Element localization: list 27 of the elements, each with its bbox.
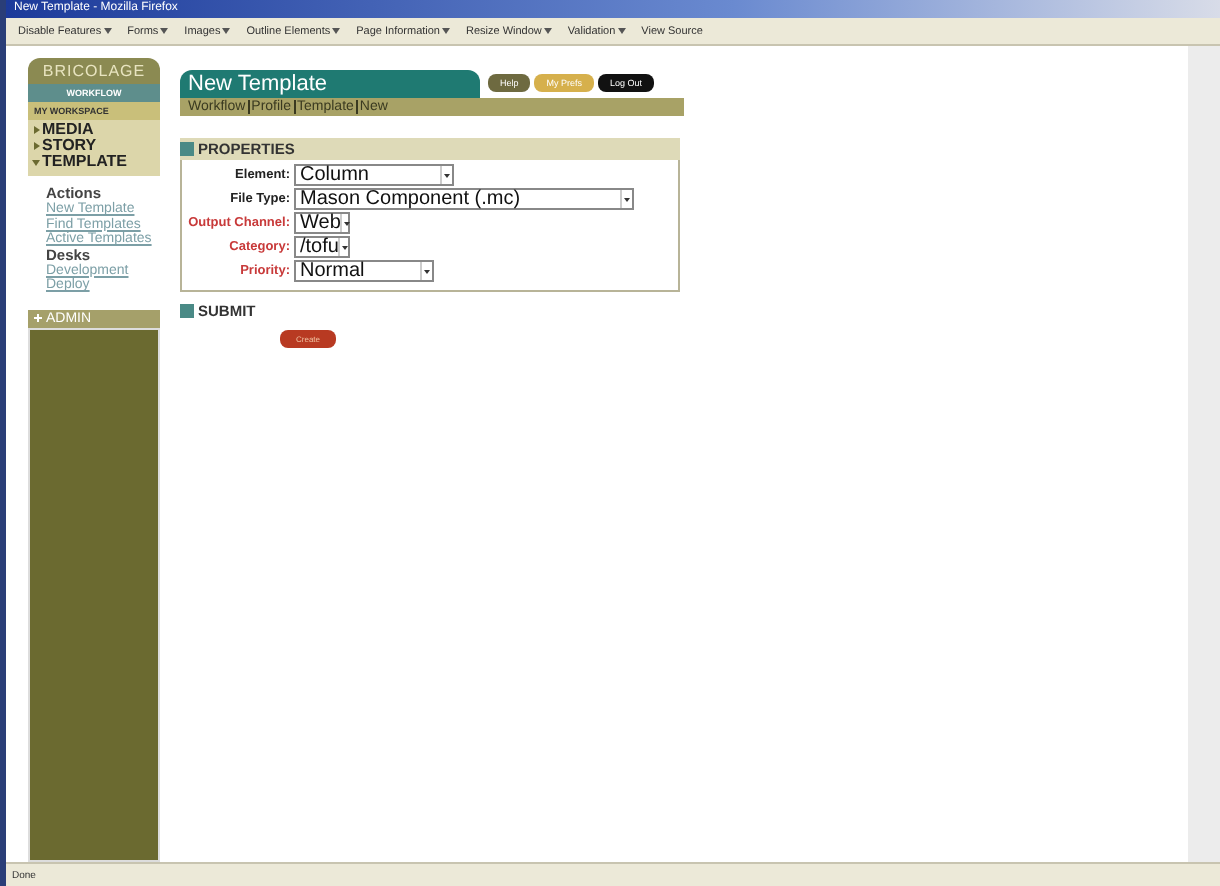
dropdown-caret-icon: [440, 166, 452, 184]
dropdown-caret-icon: [340, 214, 353, 232]
section-icon: [180, 142, 194, 156]
nav-item[interactable]: TEMPLATE: [32, 154, 156, 170]
select-field[interactable]: Column: [294, 164, 454, 186]
select-field[interactable]: Mason Component (.mc): [294, 188, 634, 210]
nav-item[interactable]: MEDIA: [32, 122, 156, 138]
dropdown-caret-icon: [222, 28, 231, 34]
dropdown-caret-icon: [103, 28, 112, 34]
section-icon: [180, 304, 194, 318]
dropdown-caret-icon: [620, 190, 632, 208]
page-title: New Template: [180, 70, 480, 98]
dropdown-caret-icon: [543, 28, 552, 34]
dropdown-caret-icon: [617, 28, 626, 34]
plus-icon: [34, 314, 42, 322]
dropdown-caret-icon: [160, 28, 169, 34]
nav-item[interactable]: STORY: [32, 138, 156, 154]
logo: BRICOLAGE: [28, 58, 160, 84]
select-field[interactable]: Web: [294, 212, 350, 234]
dropdown-caret-icon: [338, 238, 351, 256]
select-field[interactable]: Normal: [294, 260, 434, 282]
dropdown-caret-icon: [420, 262, 432, 280]
scrollbar[interactable]: [1188, 46, 1204, 862]
expanded-arrow-icon: [32, 158, 40, 166]
dropdown-caret-icon: [332, 28, 341, 34]
dropdown-caret-icon: [442, 28, 450, 34]
select-field[interactable]: /tofu: [294, 236, 350, 258]
